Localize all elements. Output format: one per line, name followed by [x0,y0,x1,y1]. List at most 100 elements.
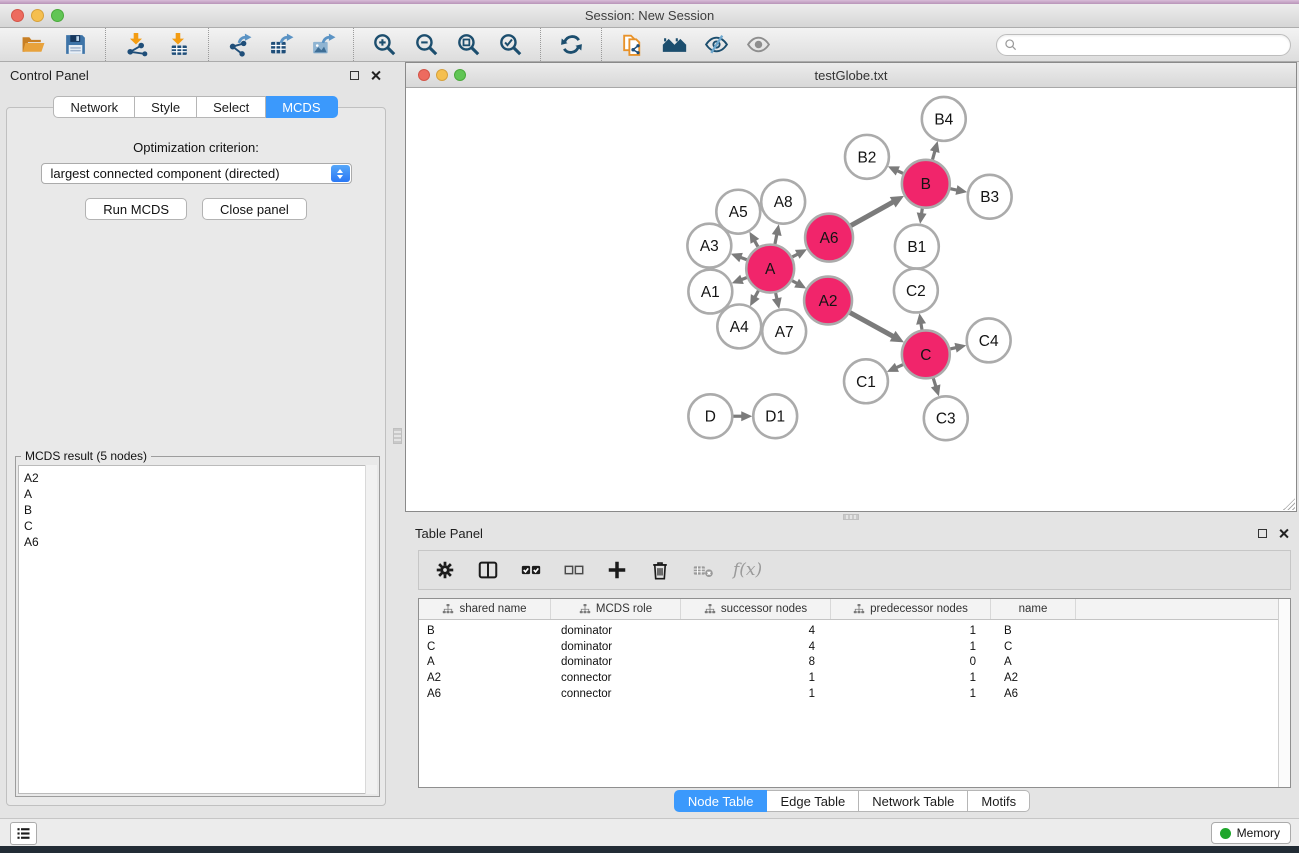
graph-node-A6[interactable]: A6 [805,214,853,262]
table-row[interactable]: A6connector11A6 [419,686,1290,702]
net-minimize-button[interactable] [436,69,448,81]
mcds-result-item[interactable]: B [24,502,376,518]
graph-edge[interactable] [851,201,895,225]
resize-grip-icon[interactable] [1283,498,1295,510]
refresh-icon[interactable] [556,30,586,60]
column-header-shared-name[interactable]: shared name [419,599,551,619]
network-canvas[interactable]: B4B2BB3A8A5A6A3B1AA1C2A2A4A7C4CC1C3DD1 [406,88,1296,511]
graph-node-C1[interactable]: C1 [844,359,888,403]
graph-node-B2[interactable]: B2 [845,135,889,179]
graph-node-C4[interactable]: C4 [967,318,1011,362]
search-input[interactable] [1018,38,1268,52]
close-panel-icon[interactable] [370,70,381,81]
open-session-icon[interactable] [18,30,48,60]
hide-show-graphics-icon[interactable] [701,30,731,60]
network-window-titlebar[interactable]: testGlobe.txt [406,63,1296,88]
float-panel-icon[interactable] [350,71,359,80]
table-cell: A [419,656,551,668]
column-header-mcds-role[interactable]: MCDS role [551,599,681,619]
add-column-icon[interactable] [604,557,630,583]
graph-node-B[interactable]: B [902,160,950,208]
table-row[interactable]: Adominator80A [419,655,1290,671]
select-all-icon[interactable] [518,557,544,583]
export-image-icon[interactable] [308,30,338,60]
delete-column-trash-icon[interactable] [647,557,673,583]
graph-node-B4[interactable]: B4 [922,97,966,141]
zoom-fit-icon[interactable] [453,30,483,60]
optimization-criterion-select[interactable]: largest connected component (directed) [41,163,352,184]
graph-node-B1[interactable]: B1 [895,225,939,269]
delete-table-icon[interactable] [690,557,716,583]
mcds-result-item[interactable]: A6 [24,534,376,550]
eye-icon[interactable] [743,30,773,60]
tab-mcds[interactable]: MCDS [266,96,337,118]
graph-node-C2[interactable]: C2 [894,269,938,313]
deselect-all-icon[interactable] [561,557,587,583]
tab-edge-table[interactable]: Edge Table [767,790,859,812]
graph-node-A7[interactable]: A7 [762,309,806,353]
tab-node-table[interactable]: Node Table [674,790,768,812]
table-settings-gear-icon[interactable] [432,557,458,583]
result-scrollbar[interactable] [365,465,377,794]
table-row[interactable]: Bdominator41B [419,623,1290,639]
graph-node-A3[interactable]: A3 [687,224,731,268]
network-snapshot-icon[interactable] [617,30,647,60]
graph-node-A[interactable]: A [746,245,794,293]
tab-network-table[interactable]: Network Table [859,790,968,812]
close-panel-button[interactable]: Close panel [202,198,307,220]
graph-node-A1[interactable]: A1 [688,270,732,314]
run-mcds-button[interactable]: Run MCDS [85,198,187,220]
graph-node-C[interactable]: C [902,330,950,378]
zoom-selected-icon[interactable] [495,30,525,60]
vertical-splitter-grip[interactable] [393,428,402,444]
tab-network[interactable]: Network [53,96,135,118]
status-bar: Memory [0,818,1299,846]
import-table-icon[interactable] [163,30,193,60]
graph-edge-arrow-icon [955,185,967,195]
save-session-icon[interactable] [60,30,90,60]
memory-button[interactable]: Memory [1211,822,1291,844]
mcds-result-item[interactable]: C [24,518,376,534]
zoom-out-icon[interactable] [411,30,441,60]
zoom-in-icon[interactable] [369,30,399,60]
graph-edge[interactable] [850,313,894,338]
import-network-icon[interactable] [121,30,151,60]
table-row[interactable]: A2connector11A2 [419,670,1290,686]
graph-node-B3[interactable]: B3 [968,175,1012,219]
graph-edge-arrow-icon [732,275,744,284]
net-zoom-button[interactable] [454,69,466,81]
graph-node-A4[interactable]: A4 [717,304,761,348]
table-cell: 1 [681,688,831,700]
table-tabs: Node Table Edge Table Network Table Moti… [405,790,1299,812]
column-header-predecessor-nodes[interactable]: predecessor nodes [831,599,991,619]
network-graph[interactable]: B4B2BB3A8A5A6A3B1AA1C2A2A4A7C4CC1C3DD1 [406,88,1296,511]
tab-select[interactable]: Select [197,96,266,118]
table-cell: 0 [831,656,991,668]
close-window-button[interactable] [11,9,24,22]
graph-node-D1[interactable]: D1 [753,394,797,438]
minimize-window-button[interactable] [31,9,44,22]
table-row[interactable]: Cdominator41C [419,639,1290,655]
tab-motifs[interactable]: Motifs [968,790,1030,812]
graph-node-D[interactable]: D [688,394,732,438]
graph-node-A8[interactable]: A8 [761,180,805,224]
float-panel-icon[interactable] [1258,529,1267,538]
table-scrollbar[interactable] [1278,599,1290,787]
zoom-window-button[interactable] [51,9,64,22]
export-table-icon[interactable] [266,30,296,60]
task-history-button[interactable] [10,822,37,845]
search-box[interactable] [996,34,1291,56]
graph-node-C3[interactable]: C3 [924,396,968,440]
mcds-result-list[interactable]: A2ABCA6 [18,465,377,794]
net-close-button[interactable] [418,69,430,81]
show-columns-icon[interactable] [475,557,501,583]
mcds-result-item[interactable]: A2 [24,470,376,486]
close-panel-icon[interactable] [1278,528,1289,539]
tab-style[interactable]: Style [135,96,197,118]
column-header-name[interactable]: name [991,599,1076,619]
export-network-icon[interactable] [224,30,254,60]
mcds-result-item[interactable]: A [24,486,376,502]
home-views-icon[interactable] [659,30,689,60]
column-header-successor-nodes[interactable]: successor nodes [681,599,831,619]
graph-node-A2[interactable]: A2 [804,277,852,325]
